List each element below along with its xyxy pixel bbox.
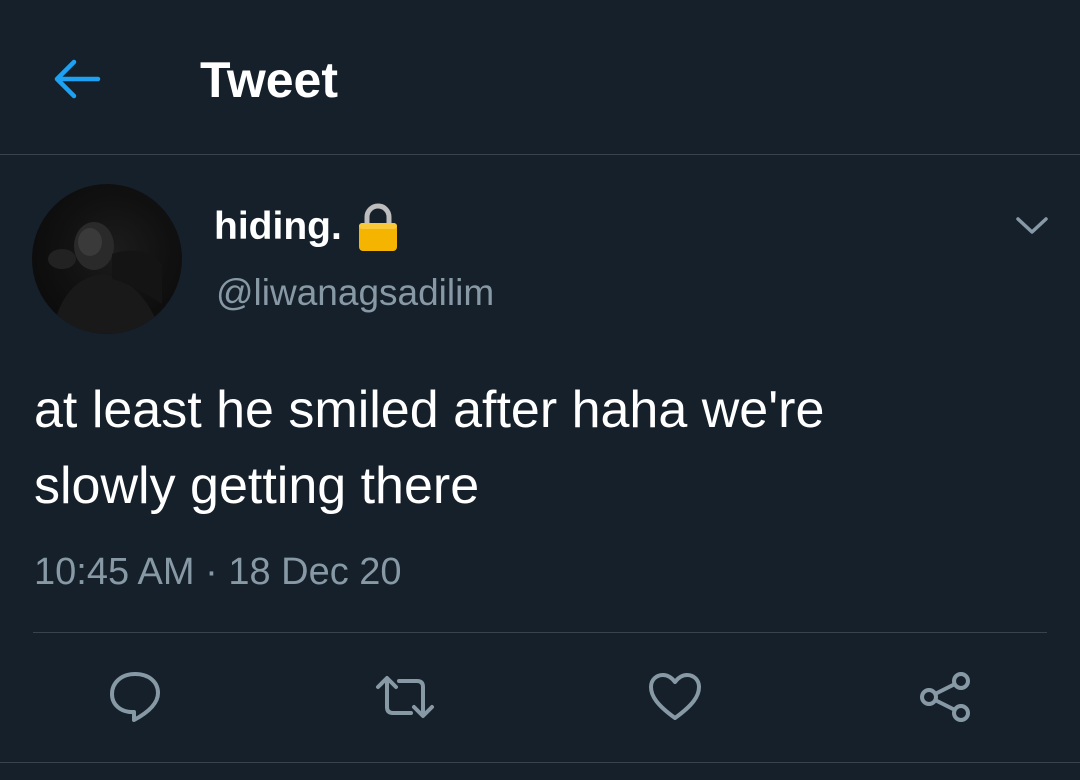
- retweet-icon: [376, 676, 434, 718]
- arrow-left-icon: [54, 59, 101, 99]
- tweet-timestamp[interactable]: 10:45 AM · 18 Dec 20: [34, 546, 402, 598]
- avatar-image: [48, 222, 162, 334]
- share-button[interactable]: [908, 660, 982, 734]
- author-display-name[interactable]: hiding.: [214, 202, 342, 252]
- top-app-bar: Tweet: [0, 0, 1080, 155]
- back-button[interactable]: [44, 46, 110, 112]
- tweet-menu-button[interactable]: [1004, 200, 1060, 252]
- page-title: Tweet: [200, 52, 338, 108]
- tweet-text: at least he smiled after haha we're slow…: [34, 381, 825, 515]
- divider: [33, 632, 1047, 633]
- share-icon: [920, 672, 970, 722]
- tweet-action-bar: [0, 660, 1080, 734]
- tweet-detail-screen: Tweet hiding. @liwanagsadilim at least h…: [0, 0, 1080, 780]
- chevron-down-icon: [1016, 217, 1048, 234]
- reply-button[interactable]: [98, 660, 172, 734]
- like-button[interactable]: [638, 660, 712, 734]
- avatar[interactable]: [32, 184, 182, 334]
- retweet-button[interactable]: [368, 660, 442, 734]
- author-name-row: hiding.: [214, 198, 400, 256]
- lock-icon: [358, 203, 397, 251]
- divider: [0, 762, 1080, 763]
- comment-icon: [110, 672, 160, 722]
- author-handle[interactable]: @liwanagsadilim: [216, 268, 494, 318]
- heart-icon: [649, 673, 701, 720]
